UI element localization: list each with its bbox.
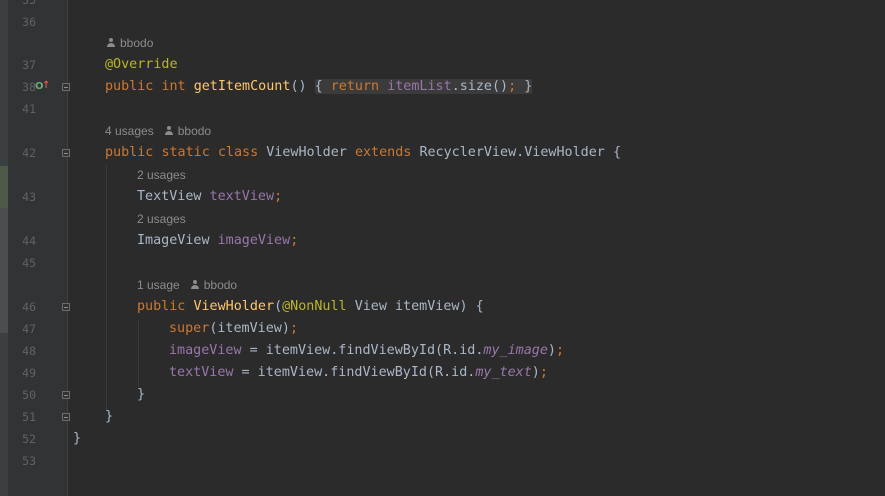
strip-marker [0,208,8,333]
fold-toggle-icon[interactable] [62,413,70,421]
code-line-46[interactable]: public ViewHolder(@NonNull View itemView… [137,299,484,315]
code-editor[interactable]: 35 36 37 38 41 42 43 44 45 46 47 48 49 5… [0,0,885,496]
gutter-divider [67,0,68,496]
code-line-43[interactable]: TextView textView; [137,189,282,205]
line-number: 42 [22,146,36,160]
line-number: 41 [22,102,36,116]
line-number: 50 [22,388,36,402]
tool-window-strip [0,0,8,496]
line-number: 48 [22,344,36,358]
line-number: 52 [22,432,36,446]
usages-hint[interactable]: 2 usages [137,168,186,182]
indent-guide [138,320,139,386]
arrow-up-icon: ↑ [42,80,51,91]
indent-guide [106,166,107,410]
strip-marker [0,166,8,208]
fold-toggle-icon[interactable] [62,391,70,399]
line-number: 43 [22,190,36,204]
line-number: 35 [22,0,36,7]
line-number: 49 [22,366,36,380]
line-number: 51 [22,410,36,424]
user-icon [164,126,174,136]
author-hint[interactable]: bbodo [106,36,153,50]
code-line-50[interactable]: } [137,387,145,403]
fold-toggle-icon[interactable] [62,83,70,91]
editor-gutter[interactable]: 35 36 37 38 41 42 43 44 45 46 47 48 49 5… [8,0,68,496]
user-icon [190,280,200,290]
usages-hint[interactable]: 4 usages bbodo [105,124,211,138]
code-line-49[interactable]: textView = itemView.findViewById(R.id.my… [169,365,548,381]
line-number: 38 [22,80,36,94]
code-line-42[interactable]: public static class ViewHolder extends R… [105,145,621,161]
usages-hint[interactable]: 2 usages [137,212,186,226]
line-number: 44 [22,234,36,248]
code-line-51[interactable]: } [105,409,113,425]
fold-toggle-icon[interactable] [62,149,70,157]
line-number: 53 [22,454,36,468]
code-line-37[interactable]: @Override [105,57,178,73]
code-line-52[interactable]: } [73,431,81,447]
usages-hint[interactable]: 1 usage bbodo [137,278,237,292]
folded-block[interactable]: { return itemList.size(); } [314,79,533,94]
line-number: 36 [22,15,36,29]
line-number: 37 [22,58,36,72]
line-number: 47 [22,322,36,336]
fold-toggle-icon[interactable] [62,303,70,311]
code-line-38[interactable]: public int getItemCount() { return itemL… [105,79,533,95]
line-number: 46 [22,300,36,314]
code-line-47[interactable]: super(itemView); [169,321,298,337]
line-number: 45 [22,256,36,270]
code-line-48[interactable]: imageView = itemView.findViewById(R.id.m… [169,343,564,359]
user-icon [106,38,116,48]
code-line-44[interactable]: ImageView imageView; [137,233,298,249]
